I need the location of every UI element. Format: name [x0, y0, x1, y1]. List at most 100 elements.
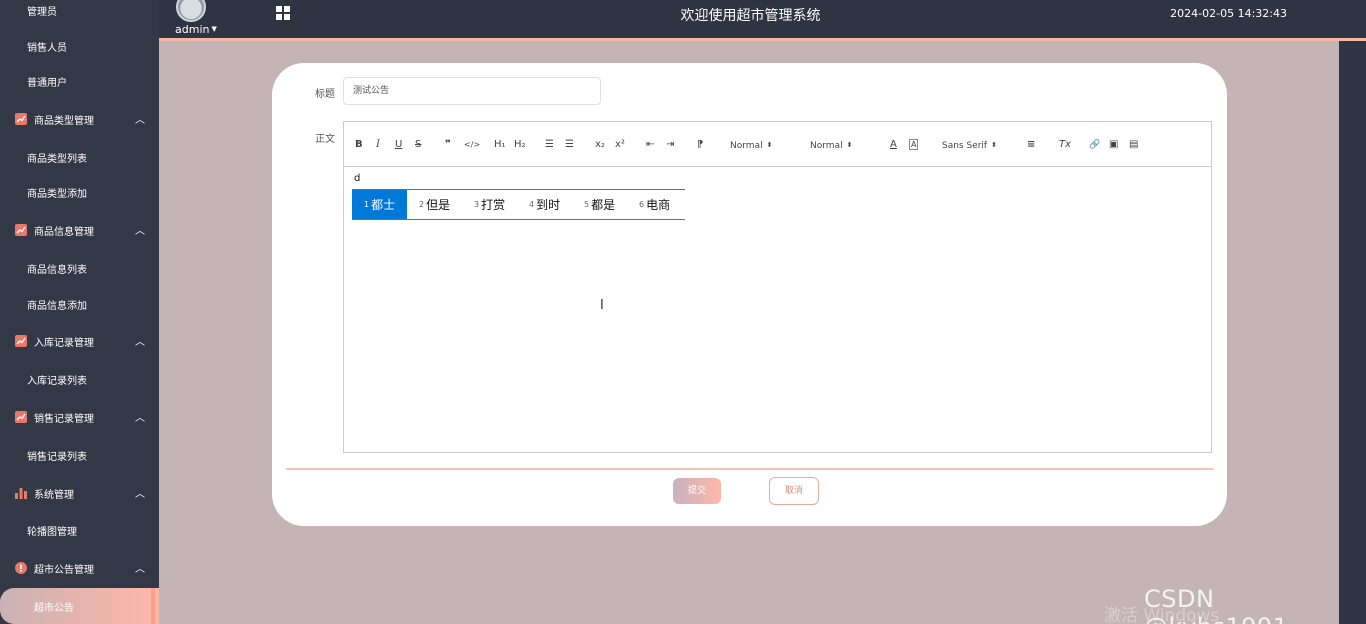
- superscript-icon[interactable]: x²: [615, 138, 625, 152]
- editor-content[interactable]: d 1 都士 2 但是 3 打赏 4 到时 5 都是 6 电商 Ι: [344, 167, 1211, 452]
- chart-icon: [15, 411, 27, 423]
- sidebar-item-label: 商品类型添加: [27, 188, 87, 200]
- chevron-up-icon: ︿: [135, 413, 145, 424]
- sidebar: 管理员 销售人员 普通用户 商品类型管理 ︿ 商品类型列表 商品类型添加 商品信…: [0, 0, 159, 624]
- font-select-value: Sans Serif: [942, 141, 988, 151]
- header1-icon[interactable]: H₁: [494, 138, 506, 152]
- sidebar-group-label: 商品类型管理: [34, 115, 94, 127]
- chevron-up-icon: ︿: [135, 226, 145, 237]
- caret-down-icon: ▼: [211, 25, 217, 33]
- rich-text-editor: B I U S ❞ </> H₁ H₂ ☰ ☰ x₂ x² ⇤ ⇥ ⁋ Norm…: [343, 121, 1212, 453]
- chart-icon: [15, 335, 27, 347]
- sidebar-item-announcement[interactable]: 超市公告: [0, 588, 159, 624]
- content-label: 正文: [315, 134, 335, 145]
- bar-chart-icon: [15, 487, 27, 499]
- sidebar-group-product-type[interactable]: 商品类型管理 ︿: [0, 101, 159, 137]
- header-select[interactable]: Normal ⬍: [810, 138, 852, 152]
- sidebar-item-stock-in-list[interactable]: 入库记录列表: [0, 361, 159, 397]
- chart-icon: [15, 224, 27, 236]
- sidebar-group-sales-record[interactable]: 销售记录管理 ︿: [0, 399, 159, 435]
- ime-candidate[interactable]: 2 但是: [407, 190, 462, 219]
- sidebar-item-label: 销售记录列表: [27, 451, 87, 463]
- sidebar-item-carousel[interactable]: 轮播图管理: [0, 512, 159, 548]
- ime-candidate[interactable]: 5 都是: [572, 190, 627, 219]
- typed-text: d: [354, 173, 361, 184]
- code-block-icon[interactable]: </>: [464, 138, 480, 152]
- sidebar-item-label: 销售人员: [27, 42, 67, 54]
- sidebar-item-product-type-add[interactable]: 商品类型添加: [0, 174, 159, 210]
- form-card: 标题 测试公告 正文 B I U S ❞ </> H₁ H₂ ☰ ☰ x₂ x²…: [272, 63, 1227, 526]
- sidebar-group-label: 超市公告管理: [34, 564, 94, 576]
- divider: [286, 468, 1213, 470]
- strikethrough-icon[interactable]: S: [415, 138, 421, 152]
- sidebar-item-sales-record-list[interactable]: 销售记录列表: [0, 437, 159, 473]
- header2-icon[interactable]: H₂: [514, 138, 526, 152]
- background-color-icon[interactable]: A: [909, 139, 919, 150]
- sidebar-item-sales-staff[interactable]: 销售人员: [0, 28, 159, 64]
- updown-icon: ⬍: [766, 141, 773, 149]
- chevron-up-icon: ︿: [135, 337, 145, 348]
- sidebar-item-label: 商品信息列表: [27, 264, 87, 276]
- ime-candidate[interactable]: 3 打赏: [462, 190, 517, 219]
- page-edge: [1339, 41, 1366, 624]
- ime-candidate[interactable]: 4 到时: [517, 190, 572, 219]
- outdent-icon[interactable]: ⇤: [646, 138, 654, 152]
- chart-icon: [15, 113, 27, 125]
- sidebar-item-product-type-list[interactable]: 商品类型列表: [0, 139, 159, 175]
- submit-button[interactable]: 提交: [673, 478, 721, 504]
- image-icon[interactable]: ▣: [1109, 138, 1118, 152]
- link-icon[interactable]: 🔗: [1089, 138, 1100, 152]
- sidebar-group-announcement[interactable]: 超市公告管理 ︿: [0, 550, 159, 586]
- chevron-up-icon: ︿: [135, 489, 145, 500]
- sidebar-item-label: 商品类型列表: [27, 153, 87, 165]
- chevron-up-icon: ︿: [135, 564, 145, 575]
- header-select-value: Normal: [810, 141, 843, 151]
- ime-candidate[interactable]: 1 都士: [352, 190, 407, 219]
- align-icon[interactable]: ≡: [1027, 138, 1035, 152]
- editor-toolbar: B I U S ❞ </> H₁ H₂ ☰ ☰ x₂ x² ⇤ ⇥ ⁋ Norm…: [344, 122, 1211, 167]
- sidebar-group-system[interactable]: 系统管理 ︿: [0, 475, 159, 511]
- sidebar-item-product-info-add[interactable]: 商品信息添加: [0, 286, 159, 322]
- sidebar-item-label: 入库记录列表: [27, 375, 87, 387]
- info-icon: [15, 562, 27, 574]
- clear-format-icon[interactable]: Tx: [1059, 138, 1071, 152]
- blockquote-icon[interactable]: ❞: [445, 138, 451, 152]
- sidebar-item-label: 轮播图管理: [27, 526, 77, 538]
- ime-candidate-bar: 1 都士 2 但是 3 打赏 4 到时 5 都是 6 电商: [352, 189, 685, 220]
- font-select[interactable]: Sans Serif ⬍: [942, 138, 997, 152]
- indent-icon[interactable]: ⇥: [666, 138, 674, 152]
- ime-candidate[interactable]: 6 电商: [627, 190, 685, 219]
- bullet-list-icon[interactable]: ☰: [565, 138, 574, 152]
- sidebar-group-stock-in[interactable]: 入库记录管理 ︿: [0, 323, 159, 359]
- main-content: 标题 测试公告 正文 B I U S ❞ </> H₁ H₂ ☰ ☰ x₂ x²…: [159, 41, 1339, 624]
- underline-icon[interactable]: U: [395, 138, 402, 152]
- sidebar-item-label: 普通用户: [27, 77, 67, 89]
- video-icon[interactable]: ▤: [1129, 138, 1138, 152]
- sidebar-group-product-info[interactable]: 商品信息管理 ︿: [0, 212, 159, 248]
- updown-icon: ⬍: [846, 141, 853, 149]
- subscript-icon[interactable]: x₂: [595, 138, 605, 152]
- sidebar-item-product-info-list[interactable]: 商品信息列表: [0, 250, 159, 286]
- sidebar-item-label: 超市公告: [34, 602, 74, 614]
- csdn-watermark: CSDN @kybs1991: [1144, 585, 1288, 624]
- italic-icon[interactable]: I: [376, 138, 380, 152]
- bold-icon[interactable]: B: [355, 138, 363, 152]
- sidebar-group-label: 系统管理: [34, 489, 74, 501]
- text-color-icon[interactable]: A: [890, 138, 897, 152]
- sidebar-group-label: 商品信息管理: [34, 226, 94, 238]
- sidebar-item-regular-users[interactable]: 普通用户: [0, 63, 159, 99]
- title-label: 标题: [315, 89, 335, 100]
- size-select[interactable]: Normal ⬍: [730, 138, 772, 152]
- text-cursor-icon: Ι: [600, 298, 604, 313]
- ordered-list-icon[interactable]: ☰: [545, 138, 554, 152]
- chevron-up-icon: ︿: [135, 115, 145, 126]
- size-select-value: Normal: [730, 141, 763, 151]
- updown-icon: ⬍: [991, 141, 997, 149]
- sidebar-item-admin[interactable]: 管理员: [0, 0, 159, 28]
- sidebar-group-label: 入库记录管理: [34, 337, 94, 349]
- datetime: 2024-02-05 14:32:43: [1170, 7, 1287, 20]
- cancel-button[interactable]: 取消: [769, 477, 819, 505]
- text-direction-icon[interactable]: ⁋: [697, 138, 703, 152]
- sidebar-group-label: 销售记录管理: [34, 413, 94, 425]
- title-input[interactable]: 测试公告: [343, 77, 601, 105]
